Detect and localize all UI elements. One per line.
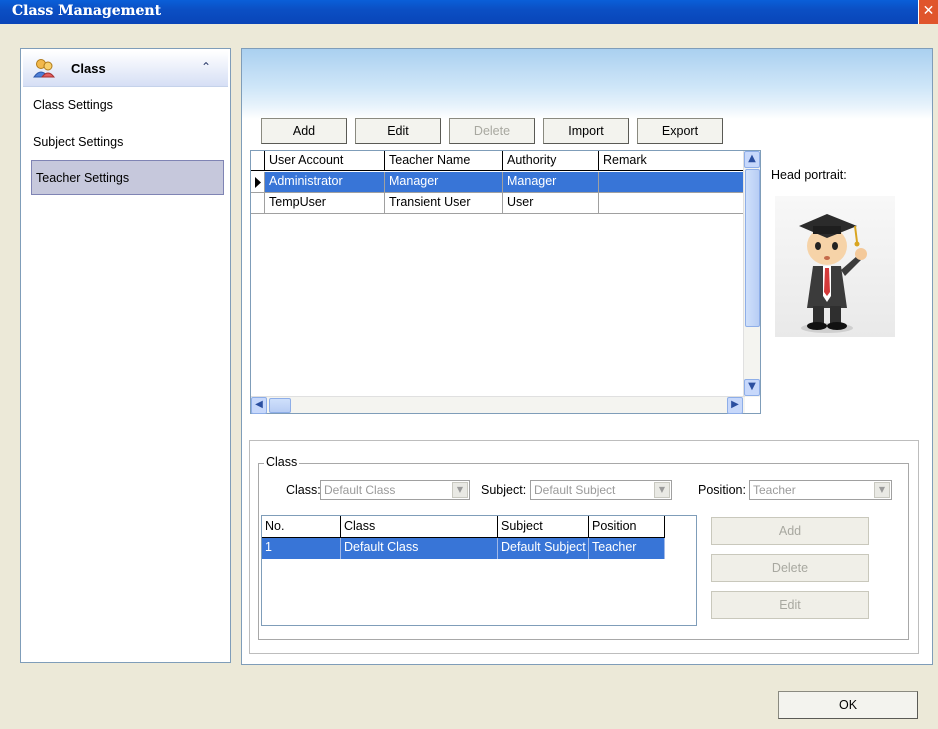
scroll-right-icon[interactable]: ▶ bbox=[727, 397, 743, 414]
row-indicator-icon bbox=[251, 172, 265, 193]
subject-label: Subject: bbox=[481, 483, 527, 497]
chevron-down-icon[interactable]: ▼ bbox=[654, 482, 670, 498]
collapse-chevron-icon[interactable]: ⌃ bbox=[201, 60, 211, 74]
sidebar-item-class-settings[interactable]: Class Settings bbox=[33, 98, 113, 112]
export-button[interactable]: Export bbox=[637, 118, 723, 144]
table-cell-name[interactable]: Transient User bbox=[385, 193, 503, 214]
chevron-down-icon[interactable]: ▼ bbox=[452, 482, 468, 498]
ok-button[interactable]: OK bbox=[778, 691, 918, 719]
scroll-up-icon[interactable]: ▲ bbox=[744, 151, 760, 168]
column-header-subject[interactable]: Subject bbox=[498, 516, 589, 538]
row-indicator-empty bbox=[251, 193, 265, 214]
scroll-thumb[interactable] bbox=[745, 169, 760, 327]
table-cell-no[interactable]: 1 bbox=[262, 538, 341, 559]
position-label: Position: bbox=[698, 483, 746, 497]
scroll-thumb-horizontal[interactable] bbox=[269, 398, 291, 413]
subject-select[interactable]: Default Subject ▼ bbox=[530, 480, 672, 500]
head-portrait-label: Head portrait: bbox=[771, 168, 847, 182]
table-cell-account[interactable]: TempUser bbox=[265, 193, 385, 214]
sidebar-group-title: Class bbox=[71, 61, 106, 76]
class-delete-button[interactable]: Delete bbox=[711, 554, 869, 582]
column-header-remark[interactable]: Remark bbox=[599, 151, 744, 171]
horizontal-scrollbar[interactable]: ◀ ▶ bbox=[251, 396, 745, 414]
column-header-teacher-name[interactable]: Teacher Name bbox=[385, 151, 503, 171]
title-bar: Class Management ✕ bbox=[0, 0, 938, 24]
position-select[interactable]: Teacher ▼ bbox=[749, 480, 892, 500]
graduate-cartoon-icon bbox=[799, 214, 867, 333]
table-cell-position[interactable]: Teacher bbox=[589, 538, 665, 559]
table-cell-account[interactable]: Administrator bbox=[265, 172, 385, 193]
table-cell-subject[interactable]: Default Subject bbox=[498, 538, 589, 559]
add-button[interactable]: Add bbox=[261, 118, 347, 144]
class-select[interactable]: Default Class ▼ bbox=[320, 480, 470, 500]
sidebar-group-header[interactable]: Class ⌃ bbox=[23, 51, 228, 87]
class-management-window: Class Management ✕ Class ⌃ Class Setting… bbox=[0, 0, 938, 729]
column-header-authority[interactable]: Authority bbox=[503, 151, 599, 171]
window-title: Class Management bbox=[12, 3, 162, 19]
sidebar: Class ⌃ Class Settings Subject Settings … bbox=[20, 48, 231, 663]
table-cell-authority[interactable]: Manager bbox=[503, 172, 599, 193]
users-table: User Account Teacher Name Authority Rema… bbox=[250, 150, 761, 414]
table-cell-class[interactable]: Default Class bbox=[341, 538, 498, 559]
position-select-value: Teacher bbox=[753, 483, 796, 497]
class-edit-button[interactable]: Edit bbox=[711, 591, 869, 619]
table-cell-authority[interactable]: User bbox=[503, 193, 599, 214]
vertical-scrollbar[interactable]: ▲ ▼ bbox=[743, 151, 760, 397]
column-header-user-account[interactable]: User Account bbox=[265, 151, 385, 171]
table-cell-remark[interactable] bbox=[599, 193, 744, 214]
column-header-class[interactable]: Class bbox=[341, 516, 498, 538]
column-header-position[interactable]: Position bbox=[589, 516, 665, 538]
scroll-left-icon[interactable]: ◀ bbox=[251, 397, 267, 414]
subject-select-value: Default Subject bbox=[534, 483, 616, 497]
users-group-icon bbox=[33, 58, 56, 78]
class-select-value: Default Class bbox=[324, 483, 396, 497]
sidebar-item-subject-settings[interactable]: Subject Settings bbox=[33, 135, 123, 149]
close-button[interactable]: ✕ bbox=[918, 0, 938, 24]
delete-button[interactable]: Delete bbox=[449, 118, 535, 144]
import-button[interactable]: Import bbox=[543, 118, 629, 144]
header-banner bbox=[242, 49, 932, 119]
class-fieldset-legend: Class bbox=[264, 455, 300, 469]
scroll-down-icon[interactable]: ▼ bbox=[744, 379, 760, 396]
table-cell-name[interactable]: Manager bbox=[385, 172, 503, 193]
class-label: Class: bbox=[286, 483, 321, 497]
class-assignment-table: No. Class Subject Position 1 Default Cla… bbox=[261, 515, 697, 626]
sidebar-item-teacher-settings[interactable]: Teacher Settings bbox=[31, 160, 224, 195]
class-add-button[interactable]: Add bbox=[711, 517, 869, 545]
column-header-no[interactable]: No. bbox=[262, 516, 341, 538]
edit-button[interactable]: Edit bbox=[355, 118, 441, 144]
table-cell-remark[interactable] bbox=[599, 172, 744, 193]
head-portrait-image[interactable] bbox=[775, 196, 895, 337]
table-header-corner bbox=[251, 151, 265, 171]
chevron-down-icon[interactable]: ▼ bbox=[874, 482, 890, 498]
